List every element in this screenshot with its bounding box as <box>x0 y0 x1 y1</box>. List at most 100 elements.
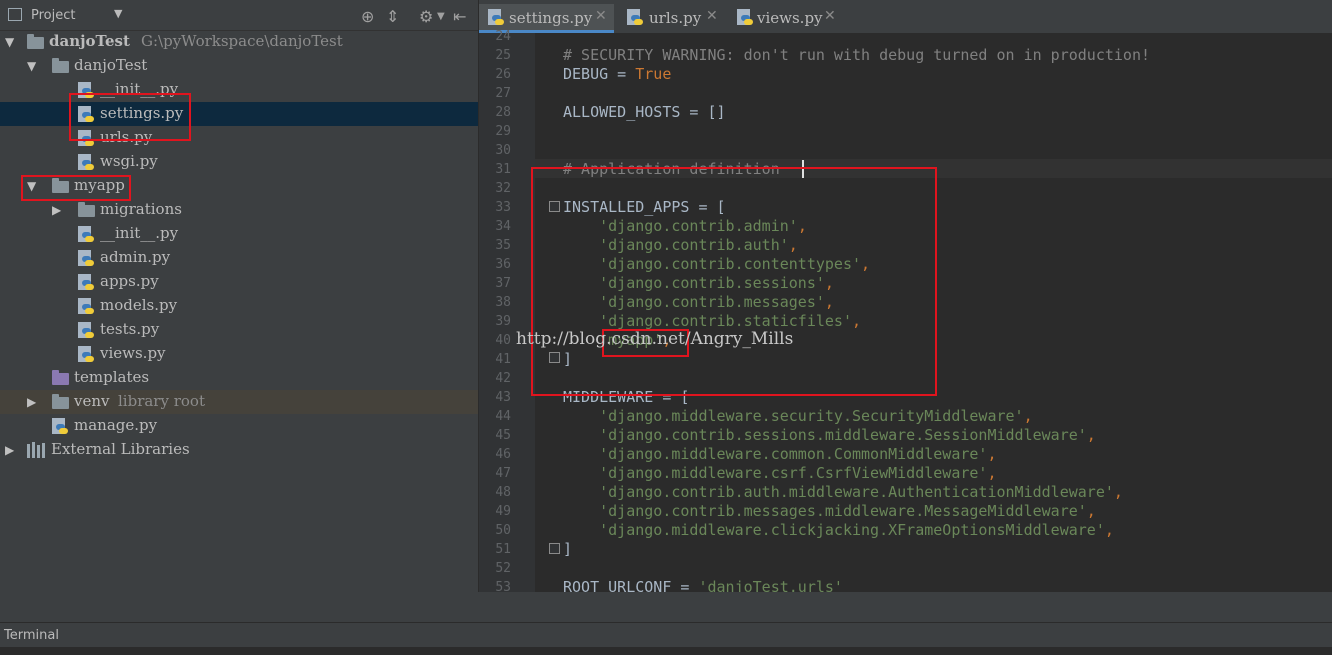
tree-item-file-admin[interactable]: admin.py <box>0 246 478 270</box>
line-number: 31 <box>495 162 511 177</box>
tree-item-file-manage[interactable]: manage.py <box>0 414 478 438</box>
bottom-panel-spacer <box>0 592 1332 622</box>
project-view-icon <box>8 8 22 21</box>
line-number: 39 <box>495 314 511 329</box>
collapse-arrow-icon[interactable]: ▶ <box>5 443 14 457</box>
close-icon[interactable]: ✕ <box>824 8 836 24</box>
line-number: 33 <box>495 200 511 215</box>
gear-icon[interactable]: ⚙ <box>419 7 433 26</box>
chevron-down-icon[interactable]: ▼ <box>437 11 445 22</box>
tree-item-external-libraries[interactable]: ▶ External Libraries <box>0 438 478 462</box>
close-icon[interactable]: ✕ <box>706 8 718 24</box>
line-number: 32 <box>495 181 511 196</box>
python-file-icon <box>78 298 94 315</box>
python-file-icon <box>52 418 68 435</box>
python-file-icon <box>78 154 94 171</box>
code-token: , <box>1023 407 1033 425</box>
line-number: 37 <box>495 276 511 291</box>
tree-item-label: templates <box>74 368 150 386</box>
code-token: 'django.contrib.sessions.middleware.Sess… <box>563 426 1087 444</box>
hide-panel-icon[interactable]: ⇤ <box>453 7 466 26</box>
tab-label: urls.py <box>649 9 702 27</box>
tree-item-label: apps.py <box>100 272 159 290</box>
code-token: , <box>1113 483 1123 501</box>
tree-item-project-root[interactable]: ▼ danjoTest G:\pyWorkspace\danjoTest <box>0 30 478 54</box>
tree-item-label: migrations <box>100 200 182 218</box>
tree-item-label: manage.py <box>74 416 158 434</box>
tree-item-path: G:\pyWorkspace\danjoTest <box>141 32 343 50</box>
tree-item-label: danjoTest <box>49 32 130 50</box>
expand-arrow-icon[interactable]: ▼ <box>5 35 14 49</box>
tree-item-file-tests[interactable]: tests.py <box>0 318 478 342</box>
tree-item-file-apps[interactable]: apps.py <box>0 270 478 294</box>
line-number: 25 <box>495 48 511 63</box>
code-token: ] <box>563 540 573 558</box>
tree-item-label: danjoTest <box>74 56 148 74</box>
tree-item-label: venv <box>74 392 110 410</box>
tab-views[interactable]: views.py ✕ <box>726 4 844 32</box>
folder-icon <box>27 34 44 49</box>
code-token: , <box>1104 521 1114 539</box>
tree-item-folder-templates[interactable]: templates <box>0 366 478 390</box>
line-number: 34 <box>495 219 511 234</box>
code-token: , <box>987 445 997 463</box>
close-icon[interactable]: ✕ <box>595 8 607 24</box>
project-panel-header: Project ▼ ⊕ ⇕ ⚙ ▼ ⇤ <box>0 0 478 31</box>
line-number: 49 <box>495 504 511 519</box>
code-token: 'django.middleware.security.SecurityMidd… <box>563 407 1024 425</box>
line-number: 38 <box>495 295 511 310</box>
tab-label: settings.py <box>509 9 593 27</box>
collapse-arrow-icon[interactable]: ▶ <box>52 203 61 217</box>
code-token: 'django.middleware.common.CommonMiddlewa… <box>563 445 988 463</box>
tree-item-file-wsgi[interactable]: wsgi.py <box>0 150 478 174</box>
tree-item-label: admin.py <box>100 248 171 266</box>
tree-item-label: External Libraries <box>51 440 190 458</box>
line-number: 45 <box>495 428 511 443</box>
tree-item-package-danjotest[interactable]: ▼ danjoTest <box>0 54 478 78</box>
locate-icon[interactable]: ⊕ <box>361 7 374 26</box>
expand-arrow-icon[interactable]: ▼ <box>27 59 36 73</box>
code-token: # SECURITY WARNING: don't run with debug… <box>563 46 1150 64</box>
code-token: 'django.middleware.csrf.CsrfViewMiddlewa… <box>563 464 988 482</box>
highlight-box-settings <box>69 93 191 141</box>
folder-icon <box>52 58 69 73</box>
folder-icon <box>78 202 95 217</box>
chevron-down-icon[interactable]: ▼ <box>114 7 122 20</box>
folder-icon <box>52 370 69 385</box>
terminal-tab[interactable]: Terminal <box>4 628 59 643</box>
collapse-all-icon[interactable]: ⇕ <box>386 7 399 26</box>
tree-item-label: wsgi.py <box>100 152 158 170</box>
project-view-selector[interactable]: Project <box>31 8 75 23</box>
terminal-content[interactable] <box>0 647 1332 655</box>
collapse-arrow-icon[interactable]: ▶ <box>27 395 36 409</box>
line-number: 41 <box>495 352 511 367</box>
line-number: 36 <box>495 257 511 272</box>
code-line: # SECURITY WARNING: don't run with debug… <box>563 46 1150 64</box>
tab-urls[interactable]: urls.py ✕ <box>616 4 724 32</box>
line-number: 50 <box>495 523 511 538</box>
python-file-icon <box>78 226 94 243</box>
tree-item-file-views[interactable]: views.py <box>0 342 478 366</box>
code-token: 'django.contrib.messages.middleware.Mess… <box>563 502 1087 520</box>
code-token: , <box>987 464 997 482</box>
code-line: DEBUG = True <box>563 65 671 83</box>
line-number: 29 <box>495 124 511 139</box>
tree-item-label: tests.py <box>100 320 160 338</box>
tree-item-file-myapp-init[interactable]: __init__.py <box>0 222 478 246</box>
python-file-icon <box>78 250 94 267</box>
tree-item-folder-venv[interactable]: ▶ venv library root <box>0 390 478 414</box>
code-line: ] <box>563 540 572 558</box>
fold-marker-icon[interactable] <box>549 543 560 554</box>
python-file-icon <box>78 322 94 339</box>
tree-item-folder-migrations[interactable]: ▶ migrations <box>0 198 478 222</box>
code-token: True <box>635 65 672 83</box>
tree-item-file-models[interactable]: models.py <box>0 294 478 318</box>
line-number: 30 <box>495 143 511 158</box>
python-file-icon <box>78 274 94 291</box>
code-line: 'django.contrib.auth.middleware.Authenti… <box>563 483 1123 501</box>
code-token: 'django.contrib.auth.middleware.Authenti… <box>563 483 1114 501</box>
line-number: 51 <box>495 542 511 557</box>
highlight-box-myapp <box>21 175 131 201</box>
line-number: 47 <box>495 466 511 481</box>
code-line: 'django.contrib.sessions.middleware.Sess… <box>563 426 1096 444</box>
